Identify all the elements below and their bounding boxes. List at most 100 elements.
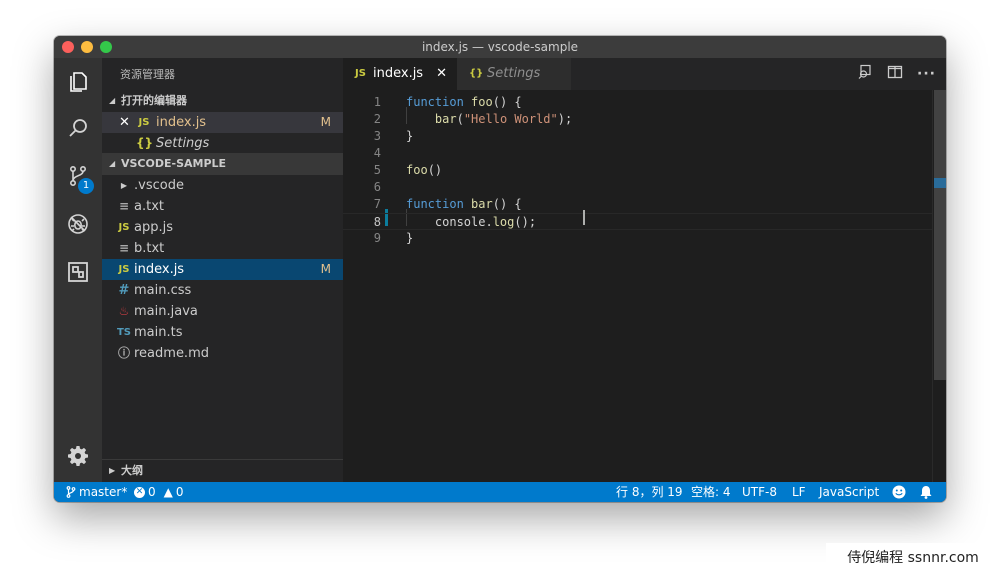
line-number: 6 [373,180,381,194]
source-control-icon[interactable]: 1 [54,156,102,196]
editor-actions: ··· [857,58,936,90]
cursor-position[interactable]: 行 8，列 19 [616,482,683,502]
line-number: 2 [373,112,381,126]
scrollbar-thumb[interactable] [934,90,946,380]
open-editor-item-settings[interactable]: {} Settings [102,133,343,154]
chevron-right-icon: ▶ [109,466,116,475]
window-title: index.js — vscode-sample [421,40,579,54]
scm-badge: 1 [78,178,94,194]
search-icon[interactable] [54,108,102,148]
status-bar: master* ✕ 0 ▲ 0 行 8，列 19 空格: 4 UTF-8 LF … [54,482,946,502]
text-file-icon: ≡ [118,199,130,213]
notifications-bell-icon[interactable] [920,482,932,502]
sidebar-title: 资源管理器 [120,68,175,81]
feedback-smiley-icon[interactable] [892,482,906,502]
chevron-down-icon: ◢ [109,96,116,105]
code-line[interactable]: 3} [343,128,932,145]
tree-item-a-txt[interactable]: ≡ a.txt [102,196,343,217]
debug-icon[interactable] [54,204,102,244]
modified-badge: M [320,262,331,276]
modified-badge: M [320,115,331,129]
line-number: 3 [373,129,381,143]
encoding-setting[interactable]: UTF-8 [742,482,777,502]
code-text: function foo() { [406,95,522,109]
code-editor[interactable]: 1 function foo() {2 bar("Hello World"); 3}… [343,90,946,482]
settings-braces-icon: {} [136,136,154,150]
code-line[interactable]: 4 [343,145,932,162]
tree-item-b-txt[interactable]: ≡ b.txt [102,238,343,259]
line-number: 1 [373,95,381,109]
watermark: 侍倪编程 ssnnr.com [826,543,1000,573]
java-file-icon: ♨ [118,304,130,318]
split-editor-icon[interactable] [887,64,903,84]
tree-item-readme-md[interactable]: ⓘ readme.md [102,343,343,364]
chevron-down-icon: ◢ [109,159,116,168]
close-icon[interactable]: ✕ [119,112,130,133]
vscode-window: index.js — vscode-sample 1 资源管理器 ◢ 打开的编辑… [54,36,946,502]
code-text: bar("Hello World"); [434,112,573,126]
code-line[interactable]: 5 foo() [343,162,932,179]
explorer-sidebar: 资源管理器 ◢ 打开的编辑器 ✕ JS index.js M {} Settin… [102,58,343,482]
javascript-file-icon: JS [118,222,130,233]
activity-bar: 1 [54,58,102,482]
code-text: } [406,129,414,143]
typescript-file-icon: TS [116,327,132,338]
tree-item-vscode-folder[interactable]: ▶ .vscode [102,175,343,196]
open-editor-item-index-js[interactable]: ✕ JS index.js M [102,112,343,133]
code-line[interactable]: 2 bar("Hello World"); [343,111,932,128]
tree-item-main-java[interactable]: ♨ main.java [102,301,343,322]
css-file-icon: # [118,283,130,298]
zoom-window-button[interactable] [100,41,112,53]
indentation-setting[interactable]: 空格: 4 [691,482,731,502]
settings-braces-icon: {} [469,68,484,79]
tree-item-app-js[interactable]: JS app.js [102,217,343,238]
language-mode[interactable]: JavaScript [819,482,879,502]
outline-header[interactable]: ▶ 大纲 [102,459,343,482]
code-line[interactable]: 9} [343,230,932,247]
gear-icon[interactable] [54,436,102,476]
minimize-window-button[interactable] [81,41,93,53]
code-text: } [406,231,414,245]
code-line[interactable]: 8 console.log(); [343,213,932,230]
line-number: 4 [373,146,381,160]
text-cursor [583,210,585,225]
text-file-icon: ≡ [118,241,130,255]
code-text: console.log(); [406,215,537,229]
javascript-file-icon: JS [138,117,150,128]
line-number: 9 [373,231,381,245]
info-icon: ⓘ [117,346,130,360]
tree-item-index-js[interactable]: JS index.js M [102,259,343,280]
error-icon: ✕ [134,486,145,498]
tab-settings[interactable]: {} Settings [457,58,571,90]
scrollbar-cursor-marker [934,178,946,188]
title-bar: index.js — vscode-sample [54,36,946,58]
chevron-right-icon: ▶ [120,181,128,190]
close-window-button[interactable] [62,41,74,53]
project-header[interactable]: ◢ VSCODE-SAMPLE [102,153,343,175]
problems-indicator[interactable]: ✕ 0 ▲ 0 [134,482,184,502]
javascript-file-icon: JS [355,68,366,79]
open-changes-icon[interactable] [857,64,873,84]
tab-index-js[interactable]: JS index.js ✕ [343,58,457,90]
warning-icon: ▲ [163,485,173,499]
line-number: 5 [373,163,381,177]
line-number: 7 [373,197,381,211]
more-actions-icon[interactable]: ··· [917,66,936,82]
code-line[interactable]: 1 function foo() { [343,94,932,111]
code-line[interactable]: 7 function bar() { [343,196,932,213]
editor-tab-bar: JS index.js ✕ {} Settings ··· [343,58,946,90]
code-text: function bar() { [406,197,522,211]
line-number: 8 [373,215,381,229]
explorer-icon[interactable] [54,62,102,102]
code-line[interactable]: 6 [343,179,932,196]
tree-item-main-ts[interactable]: TS main.ts [102,322,343,343]
close-tab-icon[interactable]: ✕ [436,58,447,90]
tree-item-main-css[interactable]: # main.css [102,280,343,301]
javascript-file-icon: JS [118,264,130,275]
open-editors-header[interactable]: ◢ 打开的编辑器 [102,90,343,112]
eol-setting[interactable]: LF [792,482,806,502]
code-text: foo() [406,163,443,177]
extensions-icon[interactable] [54,252,102,292]
branch-indicator[interactable]: master* [66,482,127,502]
git-branch-icon [66,486,76,498]
